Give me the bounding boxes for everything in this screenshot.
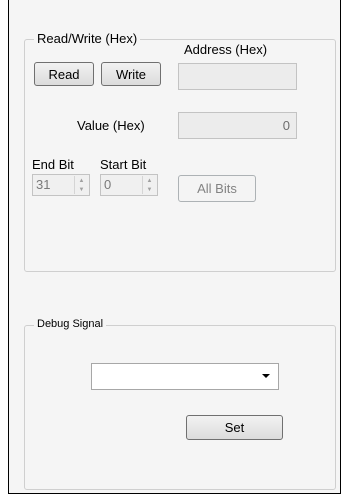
- end-bit-stepper[interactable]: ▲ ▼: [74, 176, 88, 194]
- debug-signal-group: [24, 325, 336, 490]
- start-bit-value: 0: [104, 177, 112, 192]
- end-bit-label: End Bit: [32, 157, 74, 172]
- write-button[interactable]: Write: [101, 62, 161, 86]
- address-field[interactable]: [178, 63, 297, 90]
- panel-frame: Read/Write (Hex) Address (Hex) Read Writ…: [8, 0, 341, 494]
- start-bit-spinner[interactable]: 0 ▲ ▼: [100, 174, 158, 196]
- value-field[interactable]: 0: [178, 112, 297, 139]
- end-bit-value: 31: [36, 177, 51, 192]
- value-value: 0: [282, 118, 290, 133]
- spin-down-icon[interactable]: ▼: [75, 185, 88, 194]
- start-bit-label: Start Bit: [100, 157, 147, 172]
- value-label: Value (Hex): [77, 118, 145, 133]
- chevron-down-icon[interactable]: [262, 374, 270, 378]
- address-label: Address (Hex): [184, 42, 268, 57]
- spin-down-icon[interactable]: ▼: [143, 185, 156, 194]
- read-write-group-title: Read/Write (Hex): [34, 31, 141, 46]
- all-bits-button[interactable]: All Bits: [178, 175, 256, 202]
- spin-up-icon[interactable]: ▲: [143, 176, 156, 185]
- start-bit-stepper[interactable]: ▲ ▼: [142, 176, 156, 194]
- end-bit-spinner[interactable]: 31 ▲ ▼: [32, 174, 90, 196]
- read-button[interactable]: Read: [34, 62, 94, 86]
- set-button[interactable]: Set: [186, 415, 283, 440]
- spin-up-icon[interactable]: ▲: [75, 176, 88, 185]
- debug-signal-group-title: Debug Signal: [34, 318, 107, 330]
- debug-signal-select[interactable]: [91, 363, 279, 390]
